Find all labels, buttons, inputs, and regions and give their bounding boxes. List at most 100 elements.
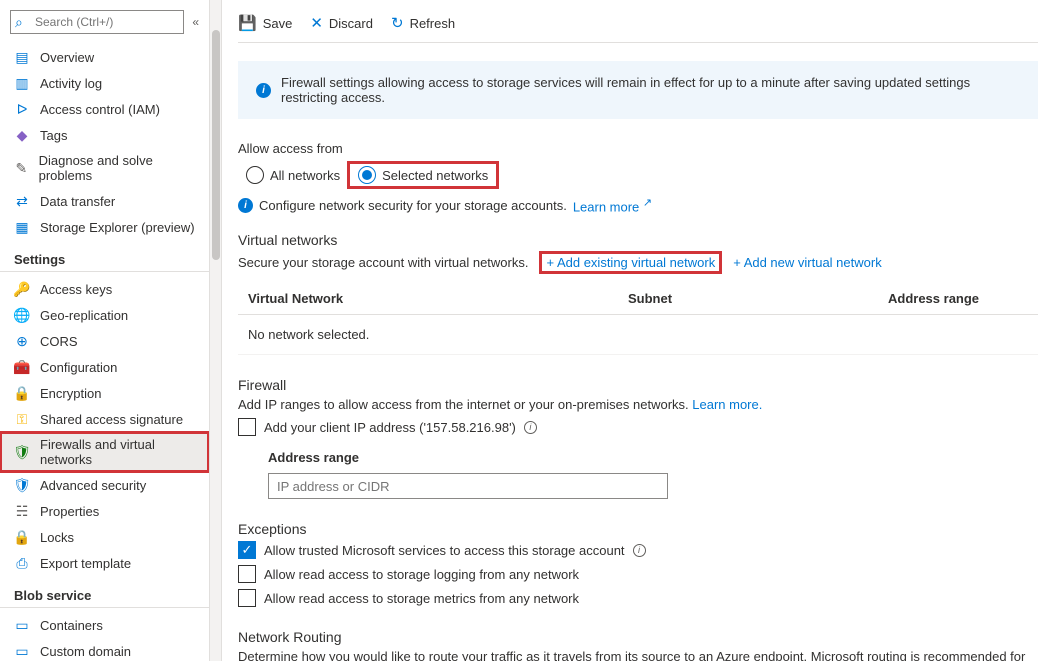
refresh-button[interactable]: ↻ Refresh xyxy=(391,14,455,32)
logging-label: Allow read access to storage logging fro… xyxy=(264,567,579,582)
sidebar-item-containers[interactable]: ▭ Containers xyxy=(0,612,209,638)
sidebar-item-label: Storage Explorer (preview) xyxy=(40,220,195,235)
sidebar-item-properties[interactable]: ☵ Properties xyxy=(0,498,209,524)
discard-icon: ✕ xyxy=(310,14,323,32)
sidebar-item-firewalls-vnet[interactable]: 🛡 Firewalls and virtual networks xyxy=(0,432,209,472)
cors-icon: ⊕ xyxy=(14,333,30,349)
config-text: Configure network security for your stor… xyxy=(259,198,567,213)
logging-checkbox[interactable] xyxy=(238,565,256,583)
sidebar-item-shared-access-signature[interactable]: ⚿ Shared access signature xyxy=(0,406,209,432)
toolbar-label: Discard xyxy=(329,16,373,31)
configuration-icon: 🧰 xyxy=(14,359,30,375)
sidebar-item-encryption[interactable]: 🔒 Encryption xyxy=(0,380,209,406)
search-input[interactable] xyxy=(10,10,184,34)
radio-all-networks[interactable]: All networks xyxy=(238,162,348,188)
sidebar-item-locks[interactable]: 🔒 Locks xyxy=(0,524,209,550)
data-transfer-icon: ⇄ xyxy=(14,193,30,209)
firewall-heading: Firewall xyxy=(238,377,1038,393)
sidebar-item-export-template[interactable]: ⎙ Export template xyxy=(0,550,209,576)
access-control-icon: ᐅ xyxy=(14,101,30,117)
lock-icon: 🔒 xyxy=(14,529,30,545)
banner-text: Firewall settings allowing access to sto… xyxy=(281,75,1020,105)
sidebar-item-label: CORS xyxy=(40,334,78,349)
metrics-label: Allow read access to storage metrics fro… xyxy=(264,591,579,606)
firewall-desc: Add IP ranges to allow access from the i… xyxy=(238,397,689,412)
sidebar-scrollbar[interactable] xyxy=(210,0,222,661)
sidebar-item-label: Data transfer xyxy=(40,194,115,209)
scrollbar-thumb[interactable] xyxy=(212,30,220,260)
sidebar-item-custom-domain[interactable]: ▭ Custom domain xyxy=(0,638,209,661)
sidebar-item-access-control[interactable]: ᐅ Access control (IAM) xyxy=(0,96,209,122)
sidebar-item-label: Encryption xyxy=(40,386,101,401)
virtual-networks-heading: Virtual networks xyxy=(238,232,1038,248)
add-client-ip-checkbox[interactable] xyxy=(238,418,256,436)
sidebar-item-label: Access keys xyxy=(40,282,112,297)
col-address-range: Address range xyxy=(888,291,1028,306)
allow-access-label: Allow access from xyxy=(238,141,1038,156)
settings-group-header: Settings xyxy=(0,240,209,272)
storage-explorer-icon: ▦ xyxy=(14,219,30,235)
network-routing-desc: Determine how you would like to route yo… xyxy=(238,649,1038,661)
info-icon[interactable]: i xyxy=(633,544,646,557)
sidebar-item-data-transfer[interactable]: ⇄ Data transfer xyxy=(0,188,209,214)
address-range-input[interactable] xyxy=(268,473,668,499)
sidebar-item-access-keys[interactable]: 🔑 Access keys xyxy=(0,276,209,302)
info-icon[interactable]: i xyxy=(524,421,537,434)
sidebar-item-label: Export template xyxy=(40,556,131,571)
sidebar-item-diagnose[interactable]: ✎ Diagnose and solve problems xyxy=(0,148,209,188)
firewall-icon: 🛡 xyxy=(14,444,30,460)
encryption-icon: 🔒 xyxy=(14,385,30,401)
sidebar-item-label: Diagnose and solve problems xyxy=(39,153,195,183)
trusted-services-checkbox[interactable]: ✓ xyxy=(238,541,256,559)
firewall-learn-more-link[interactable]: Learn more. xyxy=(692,397,762,412)
trusted-services-label: Allow trusted Microsoft services to acce… xyxy=(264,543,625,558)
export-icon: ⎙ xyxy=(14,555,30,571)
sidebar-item-advanced-security[interactable]: 🛡 Advanced security xyxy=(0,472,209,498)
sidebar-item-label: Custom domain xyxy=(40,644,131,659)
add-client-ip-label: Add your client IP address ('157.58.216.… xyxy=(264,420,516,435)
add-new-vnet-link[interactable]: + Add new virtual network xyxy=(733,255,882,270)
containers-icon: ▭ xyxy=(14,617,30,633)
info-icon: i xyxy=(238,198,253,213)
sidebar-item-overview[interactable]: ▤ Overview xyxy=(0,44,209,70)
sidebar-item-label: Overview xyxy=(40,50,94,65)
diagnose-icon: ✎ xyxy=(14,160,29,176)
radio-selected-networks[interactable]: Selected networks xyxy=(348,162,498,188)
properties-icon: ☵ xyxy=(14,503,30,519)
add-existing-vnet-link[interactable]: + Add existing virtual network xyxy=(540,252,721,273)
radio-label: All networks xyxy=(270,168,340,183)
info-icon: i xyxy=(256,83,271,98)
network-routing-heading: Network Routing xyxy=(238,629,1038,645)
vnet-table-header: Virtual Network Subnet Address range xyxy=(238,283,1038,315)
sidebar-item-label: Access control (IAM) xyxy=(40,102,160,117)
sidebar-item-geo-replication[interactable]: 🌐 Geo-replication xyxy=(0,302,209,328)
sidebar-item-label: Properties xyxy=(40,504,99,519)
overview-icon: ▤ xyxy=(14,49,30,65)
main-content: 💾 Save ✕ Discard ↻ Refresh i Firewall se… xyxy=(222,0,1054,661)
sidebar-item-storage-explorer[interactable]: ▦ Storage Explorer (preview) xyxy=(0,214,209,240)
sidebar-item-activity-log[interactable]: ▥ Activity log xyxy=(0,70,209,96)
learn-more-link[interactable]: Learn more ↗ xyxy=(573,196,652,214)
globe-icon: 🌐 xyxy=(14,307,30,323)
toolbar-label: Save xyxy=(263,16,293,31)
sidebar-item-label: Tags xyxy=(40,128,67,143)
save-icon: 💾 xyxy=(238,14,257,32)
col-subnet: Subnet xyxy=(628,291,888,306)
sidebar-item-label: Shared access signature xyxy=(40,412,183,427)
sidebar-item-configuration[interactable]: 🧰 Configuration xyxy=(0,354,209,380)
sidebar-item-label: Containers xyxy=(40,618,103,633)
metrics-checkbox[interactable] xyxy=(238,589,256,607)
sidebar-item-tags[interactable]: ◆ Tags xyxy=(0,122,209,148)
discard-button[interactable]: ✕ Discard xyxy=(310,14,373,32)
sidebar-item-label: Geo-replication xyxy=(40,308,128,323)
sidebar-item-label: Firewalls and virtual networks xyxy=(40,437,195,467)
custom-domain-icon: ▭ xyxy=(14,643,30,659)
tags-icon: ◆ xyxy=(14,127,30,143)
vnet-secure-text: Secure your storage account with virtual… xyxy=(238,255,528,270)
collapse-icon[interactable]: « xyxy=(192,15,199,29)
col-virtual-network: Virtual Network xyxy=(248,291,628,306)
save-button[interactable]: 💾 Save xyxy=(238,14,292,32)
sidebar-item-cors[interactable]: ⊕ CORS xyxy=(0,328,209,354)
radio-label: Selected networks xyxy=(382,168,488,183)
toolbar: 💾 Save ✕ Discard ↻ Refresh xyxy=(238,14,1038,43)
